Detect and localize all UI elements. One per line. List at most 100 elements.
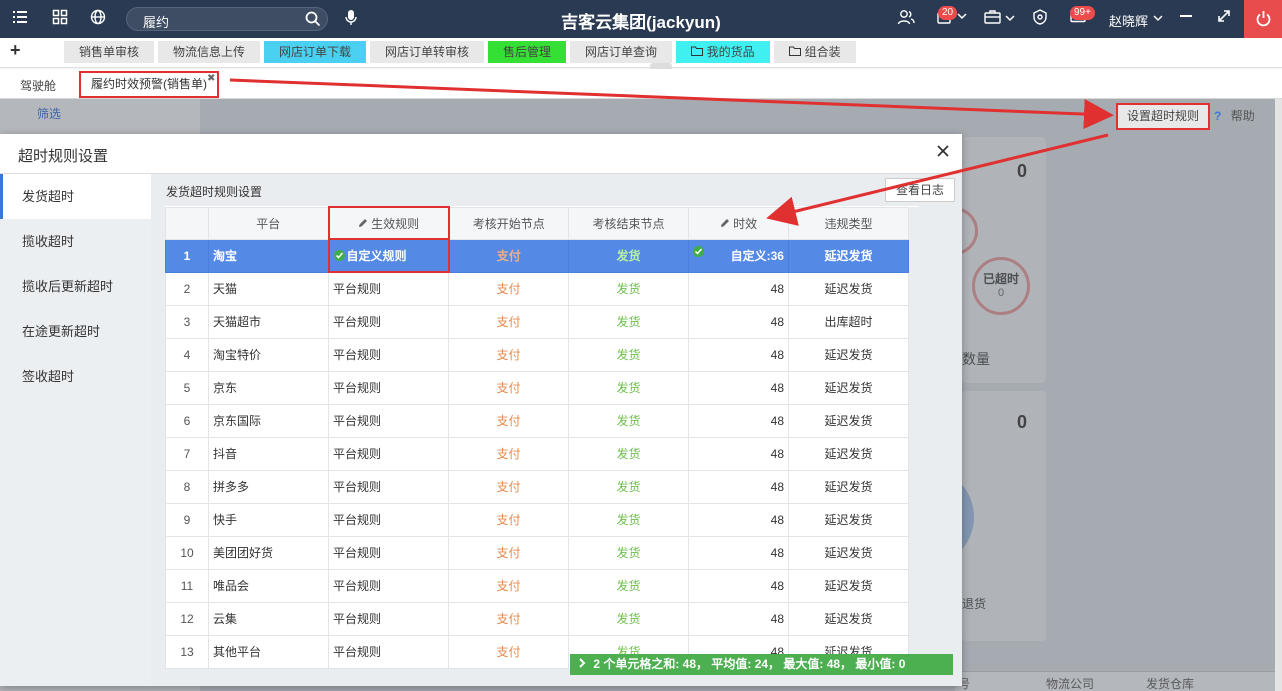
cell-start-node[interactable]: 支付 — [448, 271, 569, 306]
cell-platform[interactable]: 唯品会 — [208, 568, 329, 603]
apps-grid-icon[interactable] — [50, 9, 70, 29]
fullscreen-icon[interactable] — [1214, 9, 1234, 29]
power-button[interactable] — [1244, 0, 1282, 38]
cell-platform[interactable]: 淘宝特价 — [208, 337, 329, 372]
col-platform[interactable]: 平台 — [208, 206, 329, 240]
cell-platform[interactable]: 天猫超市 — [208, 304, 329, 339]
cell-time-limit[interactable]: 48 — [688, 304, 789, 339]
table-row[interactable]: 1 淘宝 自定义规则 支付 发货 自定义:36 延迟发货 — [165, 238, 918, 273]
cell-effective-rule[interactable]: 自定义规则 — [327, 238, 450, 273]
close-icon[interactable] — [936, 144, 952, 160]
search-icon[interactable] — [305, 11, 321, 27]
cell-end-node[interactable]: 发货 — [568, 535, 689, 570]
cell-time-limit[interactable]: 48 — [688, 568, 789, 603]
cell-start-node[interactable]: 支付 — [448, 304, 569, 339]
cell-time-limit[interactable]: 48 — [688, 535, 789, 570]
cell-platform[interactable]: 天猫 — [208, 271, 329, 306]
view-log-button[interactable]: 查看日志 — [885, 178, 955, 202]
help-button[interactable]: ? 帮助 — [1214, 107, 1255, 124]
menu-icon[interactable] — [10, 9, 30, 29]
cell-start-node[interactable]: 支付 — [448, 502, 569, 537]
cell-platform[interactable]: 云集 — [208, 601, 329, 636]
minimize-icon[interactable] — [1176, 9, 1196, 29]
quicknav-logistics-upload[interactable]: 物流信息上传 — [158, 41, 260, 63]
cell-start-node[interactable]: 支付 — [448, 535, 569, 570]
cell-violation-type[interactable]: 出库超时 — [788, 304, 909, 339]
add-shortcut-button[interactable]: + — [10, 40, 21, 61]
chevron-down-icon[interactable] — [952, 9, 972, 29]
quicknav-order-to-review[interactable]: 网店订单转审核 — [370, 41, 484, 63]
cell-index[interactable]: 8 — [165, 469, 209, 504]
side-item-sign-timeout[interactable]: 签收超时 — [0, 354, 151, 399]
cell-violation-type[interactable]: 延迟发货 — [788, 535, 909, 570]
cell-effective-rule[interactable]: 平台规则 — [328, 601, 449, 636]
cell-platform[interactable]: 淘宝 — [208, 238, 329, 273]
table-row[interactable]: 9 快手 平台规则 支付 发货 48 延迟发货 — [165, 502, 918, 537]
cell-index[interactable]: 3 — [165, 304, 209, 339]
cell-time-limit[interactable]: 48 — [688, 337, 789, 372]
tab-cockpit[interactable]: 驾驶舱 — [10, 75, 66, 99]
cell-index[interactable]: 12 — [165, 601, 209, 636]
col-effective-rule[interactable]: 生效规则 — [327, 206, 450, 240]
cell-violation-type[interactable]: 延迟发货 — [788, 601, 909, 636]
cell-time-limit[interactable]: 48 — [688, 469, 789, 504]
cell-start-node[interactable]: 支付 — [448, 601, 569, 636]
table-row[interactable]: 7 抖音 平台规则 支付 发货 48 延迟发货 — [165, 436, 918, 471]
cell-violation-type[interactable]: 延迟发货 — [788, 502, 909, 537]
cell-time-limit[interactable]: 48 — [688, 403, 789, 438]
table-row[interactable]: 2 天猫 平台规则 支付 发货 48 延迟发货 — [165, 271, 918, 306]
quicknav-order-download[interactable]: 网店订单下载 — [264, 41, 366, 63]
cell-end-node[interactable]: 发货 — [568, 337, 689, 372]
cell-effective-rule[interactable]: 平台规则 — [328, 436, 449, 471]
cell-start-node[interactable]: 支付 — [448, 469, 569, 504]
col-end-node[interactable]: 考核结束节点 — [568, 206, 689, 240]
col-start-node[interactable]: 考核开始节点 — [448, 206, 569, 240]
cell-time-limit[interactable]: 自定义:36 — [688, 238, 789, 273]
col-violation-type[interactable]: 违规类型 — [788, 206, 909, 240]
side-item-ship-timeout[interactable]: 发货超时 — [0, 174, 151, 219]
cell-index[interactable]: 10 — [165, 535, 209, 570]
cell-violation-type[interactable]: 延迟发货 — [788, 337, 909, 372]
cell-effective-rule[interactable]: 平台规则 — [328, 304, 449, 339]
toolbox-icon[interactable] — [982, 9, 1002, 29]
cell-time-limit[interactable]: 48 — [688, 271, 789, 306]
tab-fulfillment-warning[interactable]: 履约时效预警(销售单) — [79, 71, 219, 98]
cell-end-node[interactable]: 发货 — [568, 238, 689, 273]
cell-platform[interactable]: 其他平台 — [208, 634, 329, 669]
side-item-pickup-update-timeout[interactable]: 揽收后更新超时 — [0, 264, 151, 309]
cell-violation-type[interactable]: 延迟发货 — [788, 238, 909, 273]
cell-start-node[interactable]: 支付 — [448, 337, 569, 372]
cell-index[interactable]: 2 — [165, 271, 209, 306]
cell-index[interactable]: 7 — [165, 436, 209, 471]
cell-violation-type[interactable]: 延迟发货 — [788, 271, 909, 306]
quicknav-after-sales[interactable]: 售后管理 — [488, 41, 566, 63]
cell-time-limit[interactable]: 48 — [688, 370, 789, 405]
cell-index[interactable]: 13 — [165, 634, 209, 669]
cell-time-limit[interactable]: 48 — [688, 502, 789, 537]
table-row[interactable]: 3 天猫超市 平台规则 支付 发货 48 出库超时 — [165, 304, 918, 339]
cell-start-node[interactable]: 支付 — [448, 370, 569, 405]
cell-effective-rule[interactable]: 平台规则 — [328, 502, 449, 537]
microphone-icon[interactable] — [341, 9, 361, 29]
cell-effective-rule[interactable]: 平台规则 — [328, 370, 449, 405]
cell-end-node[interactable]: 发货 — [568, 601, 689, 636]
cell-effective-rule[interactable]: 平台规则 — [328, 403, 449, 438]
cell-platform[interactable]: 快手 — [208, 502, 329, 537]
table-row[interactable]: 11 唯品会 平台规则 支付 发货 48 延迟发货 — [165, 568, 918, 603]
cell-effective-rule[interactable]: 平台规则 — [328, 568, 449, 603]
username[interactable]: 赵晓辉 — [1109, 11, 1148, 30]
cell-index[interactable]: 11 — [165, 568, 209, 603]
table-row[interactable]: 5 京东 平台规则 支付 发货 48 延迟发货 — [165, 370, 918, 405]
cell-end-node[interactable]: 发货 — [568, 304, 689, 339]
cell-index[interactable]: 9 — [165, 502, 209, 537]
cell-violation-type[interactable]: 延迟发货 — [788, 436, 909, 471]
quicknav-combo[interactable]: 组合装 — [774, 41, 856, 63]
table-row[interactable]: 10 美团团好货 平台规则 支付 发货 48 延迟发货 — [165, 535, 918, 570]
cell-end-node[interactable]: 发货 — [568, 469, 689, 504]
cell-platform[interactable]: 拼多多 — [208, 469, 329, 504]
search-box[interactable]: 履约 — [126, 7, 328, 31]
cell-start-node[interactable]: 支付 — [448, 568, 569, 603]
cell-end-node[interactable]: 发货 — [568, 568, 689, 603]
cell-index[interactable]: 5 — [165, 370, 209, 405]
quicknav-sales-review[interactable]: 销售单审核 — [64, 41, 154, 63]
